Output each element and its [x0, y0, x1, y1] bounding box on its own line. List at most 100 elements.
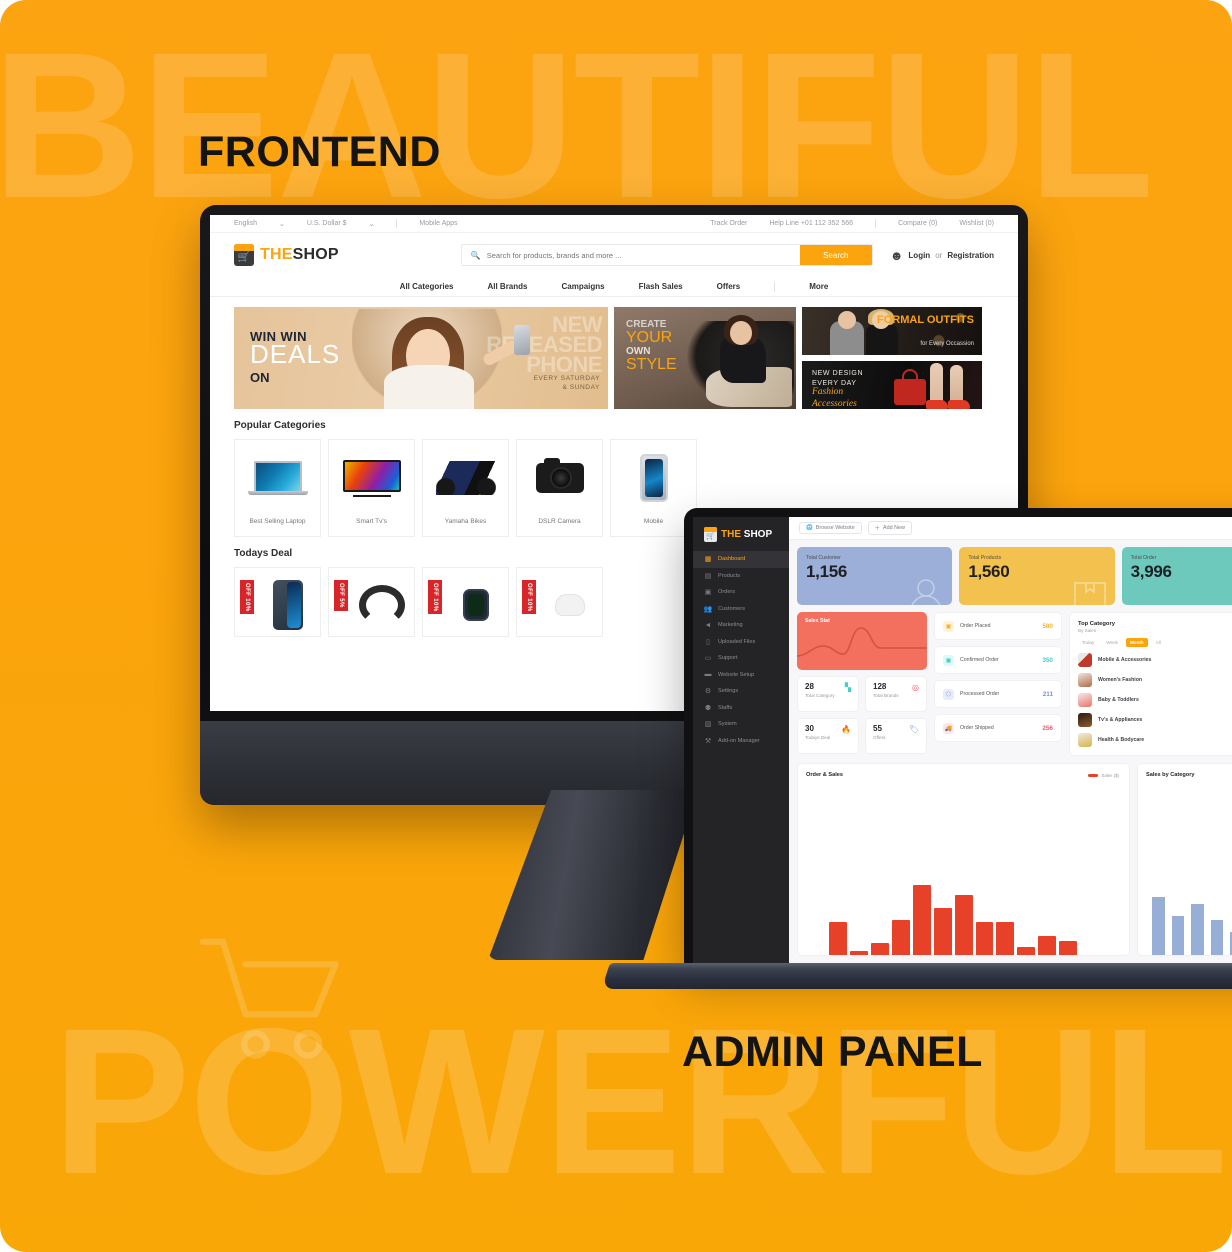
tab-month[interactable]: Month — [1125, 638, 1148, 647]
mini-value: 128 — [873, 682, 887, 691]
browse-website-button[interactable]: 🌐 Browse Website — [799, 522, 862, 534]
order-status-placed[interactable]: ▣ Order Placed 580 — [934, 612, 1062, 640]
search-bar[interactable]: 🔍 Search — [460, 244, 873, 266]
compare-link[interactable]: Compare (0) — [898, 220, 937, 227]
kpi-total-customer[interactable]: Total Customer 1,156 — [797, 547, 953, 605]
style-head — [730, 321, 752, 345]
tab-week[interactable]: Week — [1102, 638, 1122, 647]
wishlist-link[interactable]: Wishlist (0) — [959, 220, 994, 227]
sidebar-item-support[interactable]: ▭ Support — [693, 650, 789, 667]
category-card-tv[interactable]: Smart Tv's — [328, 439, 415, 537]
sales-by-category-chart: Sales by Category — [1137, 763, 1232, 956]
chart-bar — [912, 884, 931, 955]
category-card-bikes[interactable]: Yamaha Bikes — [422, 439, 509, 537]
language-selector[interactable]: English — [234, 220, 257, 227]
fashion-script-text: Fashion Accessories — [812, 387, 857, 409]
sidebar-label: Orders — [718, 589, 736, 596]
deal-card-phone[interactable]: OFF 10% — [234, 567, 321, 637]
deal-card-earbuds[interactable]: OFF 10% — [516, 567, 603, 637]
order-status-shipped[interactable]: 🚚 Order Shipped 256 — [934, 714, 1062, 742]
banner-create-your-own-style[interactable]: CREATE YOUR OWN STYLE — [614, 307, 796, 409]
order-status-processed[interactable]: ⬡ Processed Order 211 — [934, 680, 1062, 708]
category-card-camera[interactable]: DSLR Camera — [516, 439, 603, 537]
nav-flash-sales[interactable]: Flash Sales — [639, 282, 683, 291]
tab-today[interactable]: Today — [1078, 638, 1098, 647]
red-heel-right — [948, 400, 970, 409]
mini-label: Offers — [873, 735, 886, 740]
laptop-base — [601, 963, 1232, 989]
sidebar-item-website-setup[interactable]: ▬ Website Setup — [693, 667, 789, 684]
mobile-apps-link[interactable]: Mobile Apps — [419, 220, 457, 227]
sales-stat-card[interactable]: Sales Stat — [797, 612, 927, 670]
sidebar-item-settings[interactable]: ⚙ Settings — [693, 683, 789, 700]
or-text: or — [935, 250, 943, 260]
red-heel-left — [926, 400, 948, 409]
nav-campaigns[interactable]: Campaigns — [561, 282, 604, 291]
divider-2 — [875, 219, 877, 228]
top-category-row[interactable]: Health & Bodycare $4,478 — [1078, 733, 1232, 747]
search-input[interactable] — [486, 245, 800, 265]
sidebar-item-orders[interactable]: ▣ Orders — [693, 584, 789, 601]
sidebar-item-system[interactable]: ▧ System — [693, 716, 789, 733]
chart-bar — [954, 894, 973, 955]
tab-all[interactable]: All — [1152, 638, 1165, 647]
top-category-row[interactable]: Baby & Toddlers $4,433 — [1078, 693, 1232, 707]
nav-all-brands[interactable]: All Brands — [487, 282, 527, 291]
nav-offers[interactable]: Offers — [717, 282, 741, 291]
order-status-confirmed[interactable]: ▣ Confirmed Order 350 — [934, 646, 1062, 674]
deal-card-headband[interactable]: OFF 5% — [328, 567, 415, 637]
chart-title: Sales by Category — [1146, 772, 1195, 778]
account-area[interactable]: ☻ Login or Registration — [890, 248, 994, 263]
deal-card-watch[interactable]: OFF 10% — [422, 567, 509, 637]
sidebar-item-products[interactable]: ▤ Products — [693, 568, 789, 585]
registration-link[interactable]: Registration — [947, 251, 994, 260]
nav-more[interactable]: More — [809, 282, 828, 291]
mini-stat-total-category[interactable]: 28 Total Category ▚ — [797, 676, 859, 712]
sidebar-item-staffs[interactable]: ⚉ Staffs — [693, 700, 789, 717]
banner-formal-outfits[interactable]: FORMAL OUTFITS for Every Occassion — [802, 307, 982, 355]
currency-selector[interactable]: U.S. Dollar $ — [307, 220, 347, 227]
category-thumb — [1078, 653, 1092, 667]
orders-icon: ▣ — [704, 589, 712, 597]
add-new-button[interactable]: ＋ Add New — [867, 521, 912, 535]
mini-stat-total-brands[interactable]: 128 Total Brands ◎ — [865, 676, 927, 712]
sidebar-item-customers[interactable]: 👥 Customers — [693, 601, 789, 618]
admin-logo[interactable]: 🛒 THE SHOP — [693, 517, 789, 551]
chart-bar — [1210, 920, 1223, 955]
kpi-total-order[interactable]: Total Order 3,996 — [1121, 547, 1232, 605]
track-order-link[interactable]: Track Order — [710, 220, 747, 227]
banner-win-win-deals[interactable]: NEW RELEASED PHONE WIN WIN DEALS ON EVER… — [234, 307, 608, 409]
category-name: Women's Fashion — [1098, 677, 1143, 683]
search-button[interactable]: Search — [799, 245, 872, 265]
sidebar-item-dashboard[interactable]: ▦ Dashboard — [693, 551, 789, 568]
sidebar-label: Products — [718, 572, 741, 579]
admin-logo-the: THE — [721, 528, 741, 540]
sidebar-item-uploaded-files[interactable]: ▯ Uploaded Files — [693, 634, 789, 651]
mini-stat-todays-deal[interactable]: 30 Todays Deal 🔥 — [797, 718, 859, 754]
top-category-row[interactable]: Women's Fashion $2,033 — [1078, 673, 1232, 687]
mini-stat-offers[interactable]: 55 Offers 🏷 — [865, 718, 927, 754]
login-link[interactable]: Login — [908, 251, 930, 260]
sidebar-item-addon-manager[interactable]: ⚒ Add-on Manager — [693, 733, 789, 750]
banner-line2: DEALS — [250, 339, 341, 369]
discount-badge: OFF 10% — [428, 580, 442, 615]
chart-bar — [1171, 915, 1184, 955]
confirmed-order-icon: ▣ — [943, 654, 954, 666]
category-name: Tv's & Appliances — [1098, 717, 1143, 723]
kpi-label: Total Order — [1130, 555, 1157, 561]
top-category-row[interactable]: Tv's & Appliances $5,523 — [1078, 713, 1232, 727]
order-status-label: Order Shipped — [960, 725, 994, 731]
frontend-logo[interactable]: 🛒 THESHOP — [234, 244, 339, 266]
order-status-count: 350 — [1042, 656, 1053, 664]
sidebar-item-marketing[interactable]: ◄ Marketing — [693, 617, 789, 634]
admin-topbar: 🌐 Browse Website ＋ Add New — [789, 517, 1232, 540]
category-card-laptop[interactable]: Best Selling Laptop — [234, 439, 321, 537]
top-category-row[interactable]: Mobile & Accessories $5,023 — [1078, 653, 1232, 667]
addon-icon: ⚒ — [704, 737, 712, 745]
admin-screen: 🛒 THE SHOP ▦ Dashboard ▤ Products ▣ Orde… — [693, 517, 1232, 963]
nav-all-categories[interactable]: All Categories — [400, 282, 454, 291]
mini-value: 28 — [805, 682, 814, 691]
banner-fashion-accessories[interactable]: NEW DESIGN EVERY DAY Fashion Accessories — [802, 361, 982, 409]
handbag-icon — [894, 379, 926, 405]
kpi-total-products[interactable]: Total Products 1,560 — [959, 547, 1115, 605]
